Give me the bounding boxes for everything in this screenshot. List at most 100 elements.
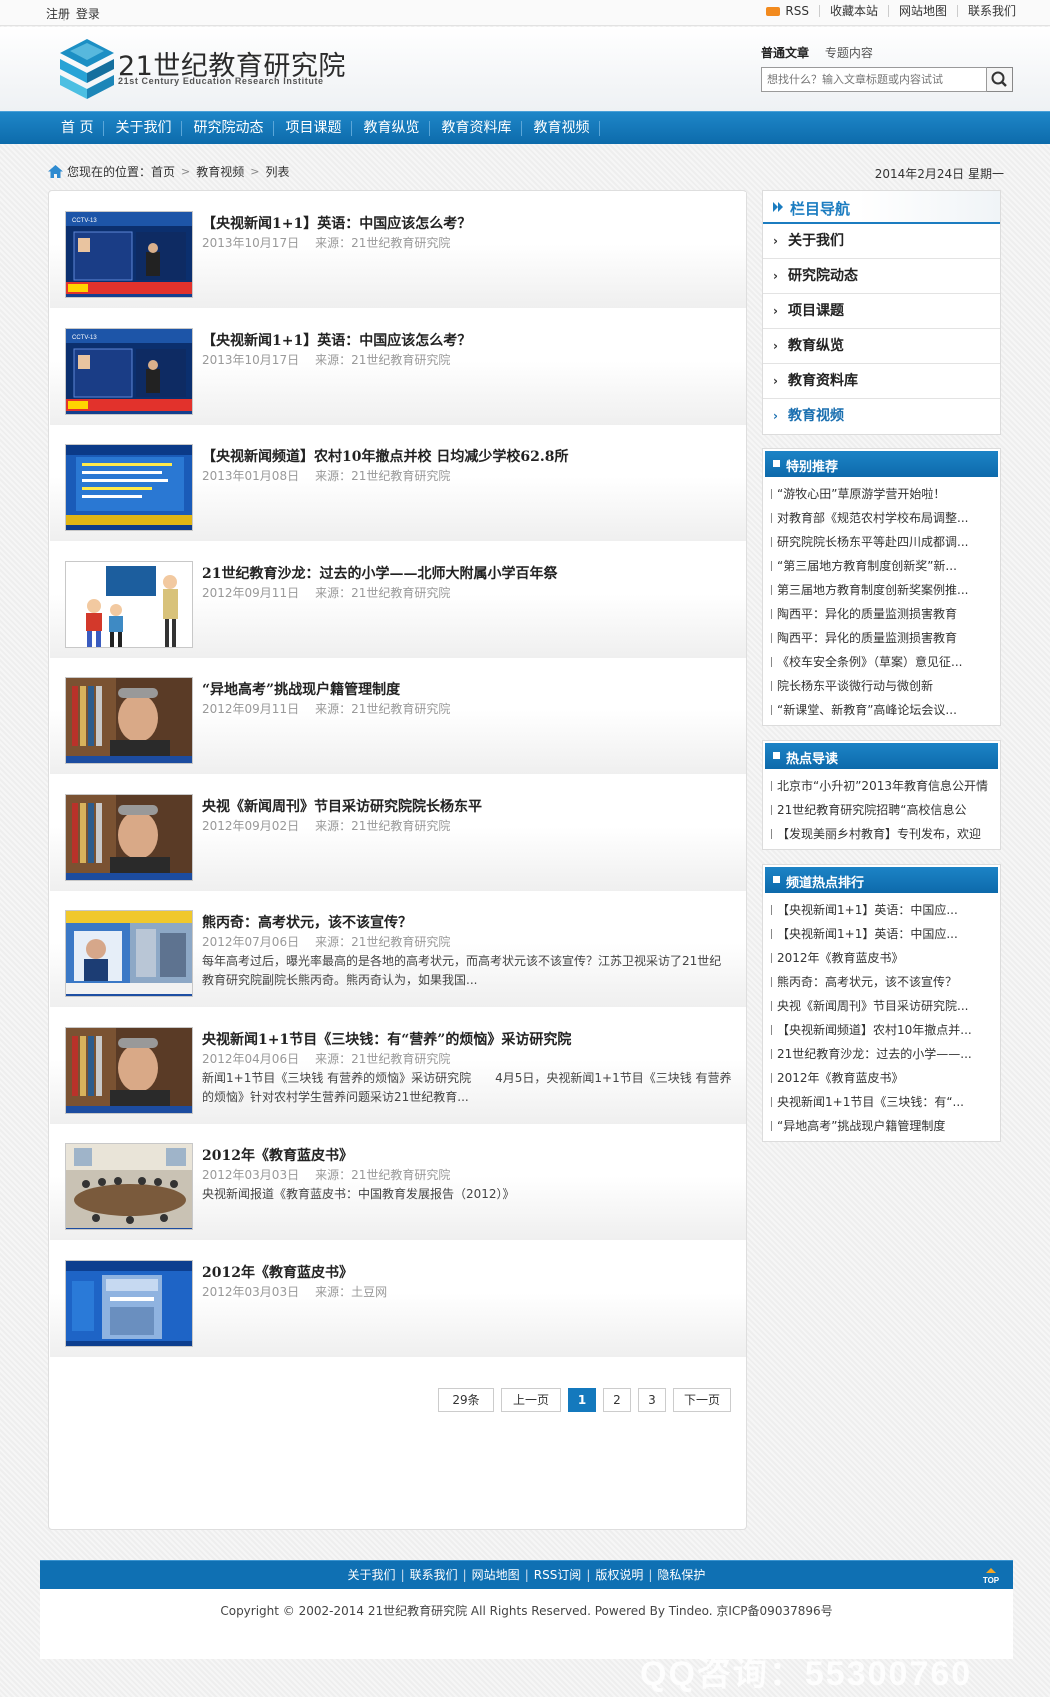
contact-link[interactable]: 联系我们 [956,5,1016,17]
category-nav-item[interactable]: › 研究院动态 [763,259,1000,294]
recommend-item[interactable]: 第三届地方教育制度创新奖案例推... [771,581,1000,605]
search-tab-articles[interactable]: 普通文章 [761,46,809,60]
article-thumbnail[interactable] [65,1026,193,1114]
ranking-item[interactable]: “异地高考”挑战现户籍管理制度 [771,1117,1000,1141]
sitemap-link[interactable]: 网站地图 [887,5,947,17]
recommend-item[interactable]: 院长杨东平谈微行动与微创新 [771,677,1000,701]
recommend-item[interactable]: 《校车安全条例》（草案）意见征... [771,653,1000,677]
category-nav-item[interactable]: › 教育视频 [763,399,1000,434]
breadcrumb-home[interactable]: 首页 [151,163,175,180]
search-button[interactable] [987,67,1013,92]
nav-item-video[interactable]: 教育视频 [522,112,601,145]
breadcrumb-current: 列表 [265,165,290,179]
recommend-item[interactable]: 研究院院长杨东平等赴四川成都调... [771,533,1000,557]
nav-item-projects[interactable]: 项目课题 [274,112,353,145]
login-link[interactable]: 登录 [76,7,100,21]
logo-icon[interactable] [58,37,116,101]
back-to-top-button[interactable]: TOP [979,1567,1003,1585]
article-title[interactable]: 熊丙奇：高考状元，该不该宣传？ [202,912,412,932]
recommend-item[interactable]: “游牧心田”草原游学营开始啦！ [771,485,1000,509]
footer-link[interactable]: 版权说明 [595,1568,643,1582]
article-title[interactable]: 2012年《教育蓝皮书》 [202,1262,353,1282]
logo-subtitle: 21st Century Education Research Institut… [118,76,324,86]
article-date: 2013年10月17日 [202,352,300,367]
footer-bar: 关于我们 | 联系我们 | 网站地图 | RSS订阅 | 版权说明 | 隐私保护 TOP [40,1560,1013,1589]
article-title[interactable]: 2012年《教育蓝皮书》 [202,1145,353,1165]
article-title[interactable]: 【央视新闻1+1】英语：中国应该怎么考？ [202,213,471,233]
breadcrumb-section[interactable]: 教育视频 [196,163,244,180]
register-link[interactable]: 注册 [46,7,70,21]
main-nav: 首 页 关于我们 研究院动态 项目课题 教育纵览 教育资料库 教育视频 [0,111,1050,144]
ranking-item[interactable]: 【央视新闻1+1】英语：中国应... [771,901,1000,925]
ranking-item[interactable]: 【央视新闻1+1】英语：中国应... [771,925,1000,949]
search-input[interactable] [762,68,987,91]
category-nav-item[interactable]: › 关于我们 [763,224,1000,259]
article-title[interactable]: 【央视新闻频道】农村10年撤点并校 日均减少学校62.8所 [202,446,568,466]
watermark: QQ咨询：55300760 [640,1655,973,1693]
article-item: 2012年《教育蓝皮书》 2012年03月03日 来源：土豆网 [50,1240,746,1357]
article-thumbnail[interactable] [65,910,193,997]
chevron-right-icon: › [773,304,778,318]
article-title[interactable]: 【央视新闻1+1】英语：中国应该怎么考？ [202,330,471,350]
article-title[interactable]: 21世纪教育沙龙：过去的小学——北师大附属小学百年祭 [202,563,557,583]
footer-link[interactable]: 网站地图 [472,1568,520,1582]
chevron-right-icon: › [773,409,778,423]
recommend-item[interactable]: “新课堂、新教育”高峰论坛会议... [771,701,1000,725]
article-item: CCTV-13 【央视新闻1+1】英语：中国应该怎么考？ 2013年10月17日 来源… [50,308,746,425]
article-thumbnail[interactable] [65,560,193,648]
ranking-item[interactable]: 央视《新闻周刊》节目采访研究院... [771,997,1000,1021]
recommend-item[interactable]: 陶西平：异化的质量监测损害教育 [771,605,1000,629]
footer-link[interactable]: 隐私保护 [657,1568,705,1582]
article-title[interactable]: 央视新闻1+1节目《三块钱：有“营养”的烦恼》采访研究院 [202,1029,571,1049]
page-2-button[interactable]: 2 [603,1388,631,1412]
article-thumbnail[interactable] [65,793,193,881]
ranking-item[interactable]: 熊丙奇：高考状元，该不该宣传？ [771,973,1000,997]
page-3-button[interactable]: 3 [638,1388,666,1412]
nav-item-home[interactable]: 首 页 [50,112,105,145]
favorite-link[interactable]: 收藏本站 [818,5,878,17]
page-1-button[interactable]: 1 [568,1388,596,1412]
article-thumbnail[interactable] [65,1259,193,1347]
article-title[interactable]: 央视《新闻周刊》节目采访研究院院长杨东平 [202,796,482,816]
article-title[interactable]: “异地高考”挑战现户籍管理制度 [202,679,400,699]
top-label: TOP [983,1576,1000,1585]
ranking-item[interactable]: 2012年《教育蓝皮书》 [771,1069,1000,1093]
ranking-item[interactable]: 21世纪教育沙龙：过去的小学——... [771,1045,1000,1069]
category-nav-label: 项目课题 [788,303,844,319]
article-thumbnail[interactable] [65,1143,193,1230]
category-nav-item[interactable]: › 项目课题 [763,294,1000,329]
hot-item[interactable]: 【发现美丽乡村教育】专刊发布，欢迎 [771,825,1000,849]
nav-item-news[interactable]: 研究院动态 [182,112,275,145]
prev-page-button[interactable]: 上一页 [501,1388,561,1412]
ranking-item[interactable]: 央视新闻1+1节目《三块钱：有“... [771,1093,1000,1117]
category-nav-item[interactable]: › 教育纵览 [763,329,1000,364]
footer-link[interactable]: RSS订阅 [534,1568,582,1582]
recommend-item[interactable]: 对教育部《规范农村学校布局调整... [771,509,1000,533]
article-thumbnail[interactable] [65,677,193,764]
article-thumbnail[interactable] [65,444,193,531]
rss-link[interactable]: RSS [766,5,809,17]
article-thumbnail[interactable]: CCTV-13 [65,211,193,298]
search-box [761,67,987,92]
article-thumbnail[interactable]: CCTV-13 [65,327,193,415]
ranking-item[interactable]: 2012年《教育蓝皮书》 [771,949,1000,973]
chevron-right-icon: › [773,374,778,388]
chevron-right-icon: > [250,165,260,178]
recommend-item[interactable]: “第三届地方教育制度创新奖”新... [771,557,1000,581]
footer-link[interactable]: 关于我们 [348,1568,396,1582]
nav-item-about[interactable]: 关于我们 [104,112,183,145]
recommend-item[interactable]: 陶西平：异化的质量监测损害教育 [771,629,1000,653]
next-page-button[interactable]: 下一页 [673,1388,731,1412]
category-nav: 栏目导航 › 关于我们 › 研究院动态 › 项目课题 › 教育纵览 › 教育资料库 › 教育视频 [762,190,1001,435]
hot-item[interactable]: 21世纪教育研究院招聘“高校信息公 [771,801,1000,825]
article-date: 2012年03月03日 [202,1284,300,1299]
article-source: 来源：21世纪教育研究院 [315,236,451,250]
nav-item-overview[interactable]: 教育纵览 [352,112,431,145]
search-tab-topics[interactable]: 专题内容 [825,46,873,60]
nav-item-library[interactable]: 教育资料库 [430,112,523,145]
category-nav-item[interactable]: › 教育资料库 [763,364,1000,399]
footer-link[interactable]: 联系我们 [410,1568,458,1582]
ranking-item[interactable]: 【央视新闻频道】农村10年撤点并... [771,1021,1000,1045]
hot-item[interactable]: 北京市“小升初”2013年教育信息公开情 [771,777,1000,801]
current-date: 2014年2月24日 星期一 [874,167,1004,181]
